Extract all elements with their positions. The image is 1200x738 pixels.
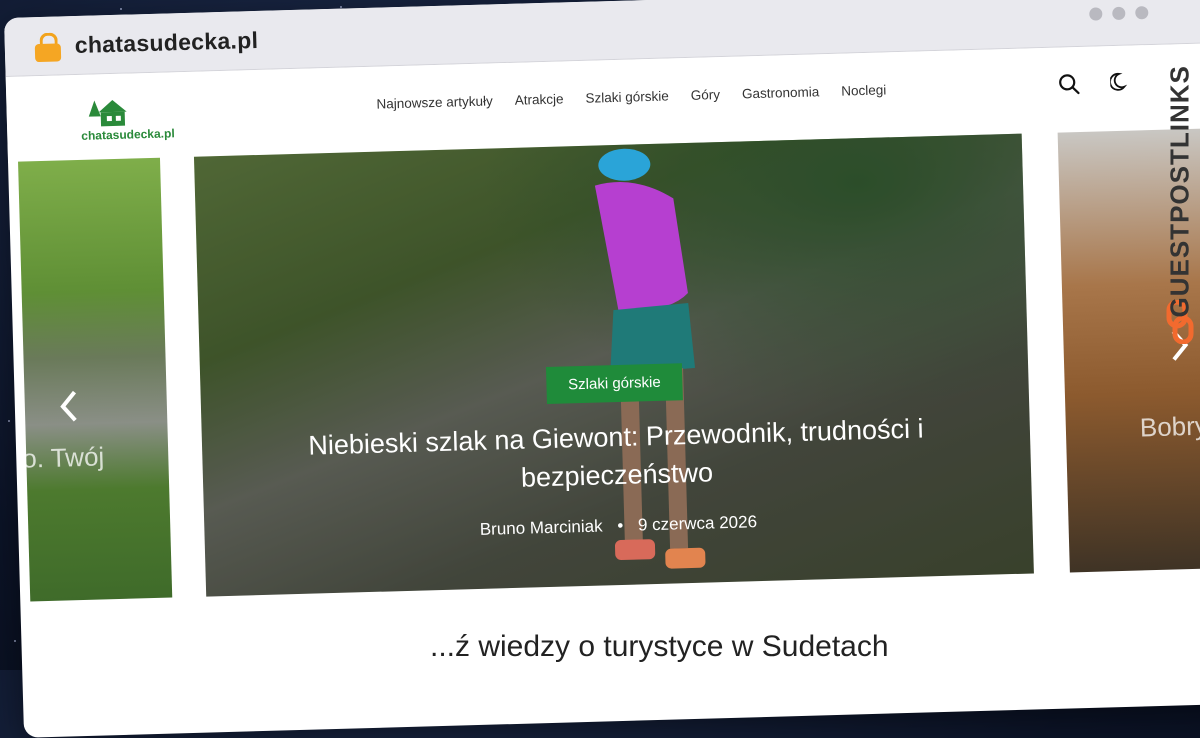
- chevron-left-icon[interactable]: [58, 390, 79, 423]
- watermark: GUESTPOSTLINKS: [1160, 54, 1200, 354]
- meta-separator: •: [617, 515, 624, 536]
- window-dot-icon[interactable]: [1112, 6, 1126, 21]
- nav-item-lodging[interactable]: Noclegi: [841, 82, 886, 98]
- lock-icon: [34, 32, 62, 63]
- browser-window: chatasudecka.pl chatasudecka.pl Najnowsz…: [4, 0, 1200, 738]
- slide-next-title: Bobry: [1139, 410, 1200, 443]
- nav-item-latest[interactable]: Najnowsze artykuły: [376, 93, 493, 111]
- main-nav: Najnowsze artykuły Atrakcje Szlaki górsk…: [376, 82, 886, 111]
- window-dot-icon[interactable]: [1089, 7, 1103, 21]
- address-bar[interactable]: chatasudecka.pl: [74, 27, 258, 59]
- publish-date: 9 czerwca 2026: [637, 512, 758, 535]
- author-name[interactable]: Bruno Marciniak: [480, 516, 603, 538]
- window-dot-icon[interactable]: [1135, 6, 1149, 20]
- site-logo[interactable]: chatasudecka.pl: [76, 92, 177, 145]
- slide-prev[interactable]: o. Twój: [18, 157, 173, 602]
- slide-caption: Szlaki górskie Niebieski szlak na Giewon…: [200, 354, 1032, 548]
- section-headline: ...ź wiedzy o turystyce w Sudetach: [430, 630, 889, 663]
- nav-item-attractions[interactable]: Atrakcje: [515, 91, 564, 107]
- nav-item-gastronomy[interactable]: Gastronomia: [742, 84, 820, 101]
- nav-item-mountains[interactable]: Góry: [691, 87, 721, 103]
- category-badge[interactable]: Szlaki górskie: [545, 363, 684, 404]
- hero-slider: o. Twój Bobry Szlaki górskie Niebieski s…: [8, 127, 1200, 602]
- logo-text: chatasudecka.pl: [81, 126, 175, 143]
- search-icon[interactable]: [1058, 73, 1081, 96]
- moon-icon[interactable]: [1109, 72, 1131, 93]
- watermark-text: GUESTPOSTLINKS: [1164, 65, 1195, 318]
- slide-prev-title: o. Twój: [21, 441, 105, 474]
- nav-item-trails[interactable]: Szlaki górskie: [585, 88, 669, 105]
- slide-title[interactable]: Niebieski szlak na Giewont: Przewodnik, …: [202, 407, 1032, 506]
- window-controls: [1089, 6, 1149, 21]
- cottage-logo-icon: [88, 100, 127, 127]
